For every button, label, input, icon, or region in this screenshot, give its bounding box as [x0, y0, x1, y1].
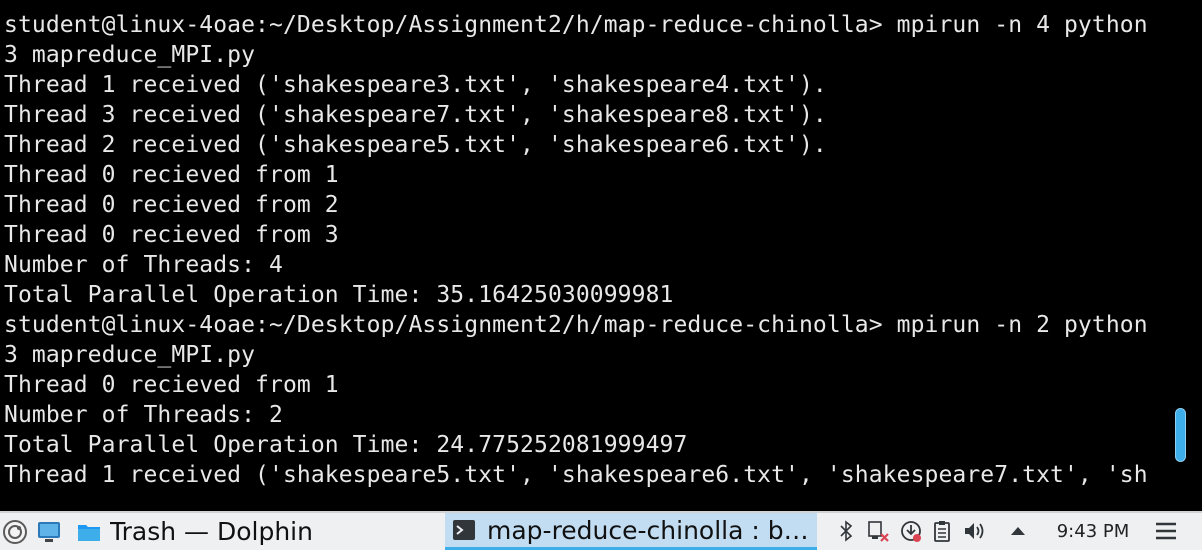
opensuse-icon — [3, 519, 27, 544]
task-label: Trash — Dolphin — [110, 517, 313, 546]
terminal-line: Number of Threads: 4 — [4, 252, 283, 278]
hamburger-icon[interactable] — [1154, 519, 1178, 543]
task-label: map-reduce-chinolla : b… — [487, 515, 809, 545]
bluetooth-icon[interactable] — [834, 519, 858, 543]
clipboard-icon[interactable] — [930, 519, 954, 543]
show-desktop-button[interactable] — [36, 513, 64, 550]
terminal-line: Thread 3 received ('shakespeare7.txt', '… — [4, 102, 827, 128]
task-terminal[interactable]: map-reduce-chinolla : b… — [445, 513, 817, 550]
terminal-line: Thread 0 recieved from 1 — [4, 162, 339, 188]
terminal-line: Thread 0 recieved from 1 — [4, 372, 339, 398]
terminal-line: student@linux-4oae:~/Desktop/Assignment2… — [4, 312, 1148, 338]
terminal-line: Total Parallel Operation Time: 24.775252… — [4, 432, 688, 458]
terminal-line: student@linux-4oae:~/Desktop/Assignment2… — [4, 12, 1148, 38]
folder-icon — [78, 524, 100, 541]
terminal-window[interactable]: student@linux-4oae:~/Desktop/Assignment2… — [0, 0, 1168, 511]
terminal-line: Thread 0 recieved from 3 — [4, 222, 339, 248]
terminal-scrollbar[interactable] — [1168, 0, 1202, 511]
terminal-line: Thread 1 received ('shakespeare5.txt', '… — [4, 462, 1148, 488]
terminal-line: Thread 0 recieved from 2 — [4, 192, 339, 218]
terminal-output: student@linux-4oae:~/Desktop/Assignment2… — [4, 10, 1148, 490]
task-trash-dolphin[interactable]: Trash — Dolphin — [72, 513, 442, 550]
clock[interactable]: 9:43 PM — [1048, 513, 1138, 550]
scrollbar-thumb[interactable] — [1175, 408, 1186, 462]
terminal-line: Number of Threads: 2 — [4, 402, 283, 428]
network-disconnected-icon[interactable] — [866, 519, 890, 543]
terminal-line: 3 mapreduce_MPI.py — [4, 42, 256, 68]
expand-tray-icon[interactable] — [1006, 519, 1030, 543]
terminal-line: 3 mapreduce_MPI.py — [4, 342, 256, 368]
terminal-line: Thread 1 received ('shakespeare3.txt', '… — [4, 72, 827, 98]
terminal-icon — [453, 520, 475, 540]
terminal-line: Total Parallel Operation Time: 35.164250… — [4, 282, 674, 308]
taskbar: Trash — Dolphin map-reduce-chinolla : b…… — [0, 511, 1202, 550]
terminal-line: Thread 2 received ('shakespeare5.txt', '… — [4, 132, 827, 158]
application-launcher[interactable] — [2, 513, 30, 550]
volume-icon[interactable] — [962, 519, 986, 543]
desktop-icon — [38, 521, 60, 542]
updates-icon[interactable] — [899, 519, 923, 543]
